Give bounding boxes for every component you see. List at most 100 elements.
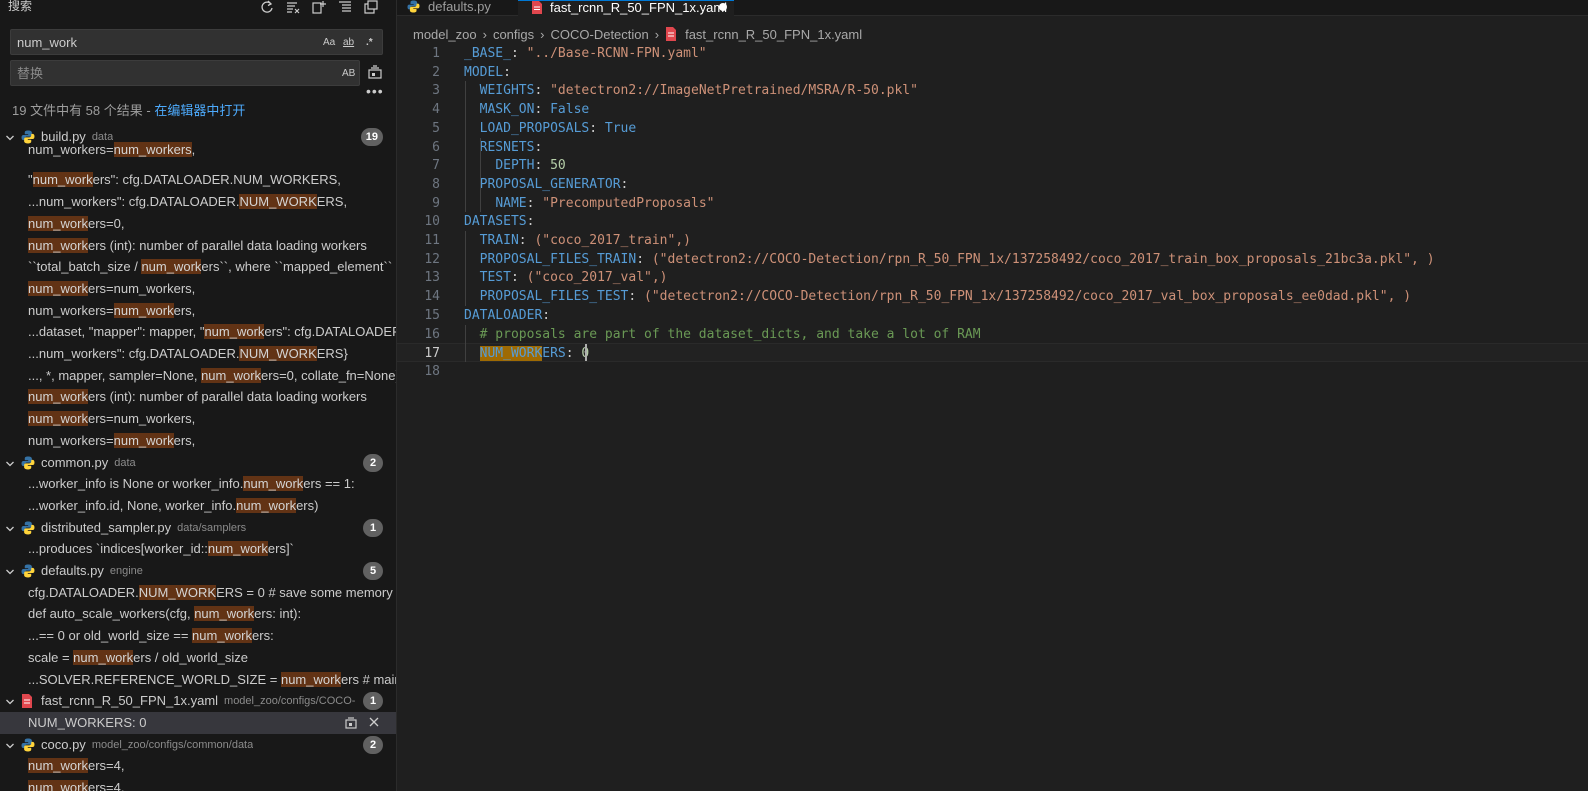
code-line[interactable]: 2 MODEL:: [397, 63, 1588, 82]
code-token: :: [503, 64, 511, 80]
code-line[interactable]: 1 _BASE_: "../Base-RCNN-FPN.yaml": [397, 44, 1588, 63]
search-input[interactable]: [17, 34, 307, 51]
chevron-right-icon: ›: [654, 26, 660, 42]
chevron-down-icon[interactable]: [5, 695, 15, 705]
chevron-down-icon[interactable]: [5, 739, 15, 749]
result-match-row[interactable]: num_workers=num_workers,: [0, 430, 396, 452]
result-match-row[interactable]: num_workers=num_workers,: [0, 139, 396, 161]
result-match-row[interactable]: num_workers (int): number of parallel da…: [0, 235, 396, 257]
match-text: num_workers=num_workers,: [28, 280, 195, 296]
match-segment: ers: int):: [254, 606, 302, 622]
tab-label: defaults.py: [428, 0, 491, 14]
tab-defaults-py[interactable]: defaults.py: [397, 0, 518, 16]
code-line[interactable]: 3 WEIGHTS: "detectron2://ImageNetPretrai…: [397, 81, 1588, 100]
result-match-row[interactable]: ...num_workers": cfg.DATALOADER.NUM_WORK…: [0, 191, 396, 213]
line-number: 2: [432, 64, 440, 80]
result-match-row[interactable]: "num_workers": cfg.DATALOADER.NUM_WORKER…: [0, 169, 396, 191]
chevron-down-icon[interactable]: [5, 457, 15, 467]
code-line[interactable]: 12 PROPOSAL_FILES_TRAIN: ("detectron2://…: [397, 250, 1588, 269]
replace-all-icon[interactable]: [367, 64, 383, 80]
code-token: PROPOSAL_FILES_TEST: [479, 289, 629, 305]
search-sidebar: 搜索 Aa ab .* AB ••• 19 文件中有 58 个结果 - 在编辑器…: [0, 0, 397, 791]
view-as-tree-icon[interactable]: [364, 0, 378, 14]
result-match-row[interactable]: ...dataset, "mapper": mapper, "num_worke…: [0, 321, 396, 343]
code-line[interactable]: 4 MASK_ON: False: [397, 100, 1588, 119]
result-match-row[interactable]: num_workers=0,: [0, 213, 396, 235]
unsaved-dot-icon[interactable]: [719, 3, 727, 11]
result-match-row[interactable]: ..., *, mapper, sampler=None, num_worker…: [0, 365, 396, 387]
breadcrumb-item[interactable]: fast_rcnn_R_50_FPN_1x.yaml: [685, 27, 862, 42]
result-file-row[interactable]: defaults.py engine 5: [0, 560, 396, 582]
code-token: ("detectron2://COCO-Detection/rpn_R_50_F…: [651, 251, 1435, 267]
breadcrumb-item[interactable]: configs: [493, 27, 534, 42]
code-line[interactable]: 16 # proposals are part of the dataset_d…: [397, 325, 1588, 344]
result-match-row[interactable]: scale = num_workers / old_world_size: [0, 647, 396, 669]
code-line[interactable]: 11 TRAIN: ("coco_2017_train",): [397, 231, 1588, 250]
match-segment: ers (int): number of parallel data loadi…: [87, 237, 367, 253]
code-line[interactable]: 13 TEST: ("coco_2017_val",): [397, 268, 1588, 287]
code-line[interactable]: 9 NAME: "PrecomputedProposals": [397, 194, 1588, 213]
result-match-row[interactable]: ...SOLVER.REFERENCE_WORLD_SIZE = num_wor…: [0, 669, 396, 691]
preserve-case-toggle[interactable]: AB: [342, 66, 355, 81]
chevron-down-icon[interactable]: [5, 522, 15, 532]
result-match-row[interactable]: num_workers=num_workers,: [0, 300, 396, 322]
result-match-row[interactable]: num_workers=num_workers,: [0, 408, 396, 430]
use-regex-toggle[interactable]: .*: [366, 35, 373, 50]
code-line[interactable]: 15 DATALOADER:: [397, 306, 1588, 325]
chevron-down-icon[interactable]: [5, 565, 15, 575]
new-search-editor-icon[interactable]: [312, 0, 326, 14]
replace-icon[interactable]: [344, 715, 358, 729]
replace-input[interactable]: [17, 65, 307, 82]
open-in-editor-link[interactable]: 在编辑器中打开: [154, 103, 245, 118]
refresh-icon[interactable]: [260, 0, 274, 14]
result-match-row[interactable]: ...produces `indices[worker_id::num_work…: [0, 538, 396, 560]
code-line[interactable]: 17 NUM_WORKERS: 0: [397, 343, 1588, 363]
result-file-row[interactable]: common.py data 2: [0, 452, 396, 474]
code-line[interactable]: 18: [397, 362, 1588, 381]
code-line[interactable]: 14 PROPOSAL_FILES_TEST: ("detectron2://C…: [397, 287, 1588, 306]
code-line[interactable]: 7 DEPTH: 50: [397, 156, 1588, 175]
results-count-text: 19 文件中有 58 个结果 -: [12, 103, 155, 118]
result-match-row[interactable]: NUM_WORKERS: 0: [0, 711, 396, 734]
code-token: # proposals are part of the dataset_dict…: [479, 326, 981, 342]
code-line[interactable]: 8 PROPOSAL_GENERATOR:: [397, 175, 1588, 194]
code-token: WEIGHTS: [479, 83, 535, 99]
result-file-row[interactable]: fast_rcnn_R_50_FPN_1x.yaml model_zoo/conf…: [0, 690, 396, 712]
code-token: :: [510, 270, 527, 286]
result-match-row[interactable]: num_workers=4,: [0, 755, 396, 777]
result-match-row[interactable]: ...worker_info is None or worker_info.nu…: [0, 473, 396, 495]
result-match-row[interactable]: def auto_scale_workers(cfg, num_workers:…: [0, 603, 396, 625]
match-segment: ERS,: [316, 194, 348, 210]
clear-results-icon[interactable]: [286, 0, 300, 14]
tab-fast-rcnn-yaml[interactable]: fast_rcnn_R_50_FPN_1x.yaml: [518, 0, 734, 16]
result-file-row[interactable]: distributed_sampler.py data/samplers 1: [0, 517, 396, 539]
code-token: DATASETS: [464, 214, 527, 230]
match-text: ...worker_info is None or worker_info.nu…: [28, 476, 355, 492]
code-line[interactable]: 5 LOAD_PROPOSALS: True: [397, 119, 1588, 138]
result-match-row[interactable]: num_workers (int): number of parallel da…: [0, 386, 396, 408]
line-content: TEST: ("coco_2017_val",): [464, 268, 668, 287]
match-whole-word-toggle[interactable]: ab: [343, 35, 354, 50]
result-file-row[interactable]: coco.py model_zoo/configs/common/data 2: [0, 734, 396, 756]
code-line[interactable]: 10 DATASETS:: [397, 212, 1588, 231]
code-token: DEPTH: [495, 158, 535, 174]
result-match-row[interactable]: ...num_workers": cfg.DATALOADER.NUM_WORK…: [0, 343, 396, 365]
result-match-row[interactable]: ...worker_info.id, None, worker_info.num…: [0, 495, 396, 517]
match-highlight: num_work: [204, 324, 265, 340]
collapse-all-icon[interactable]: [338, 0, 352, 14]
line-number: 16: [424, 326, 440, 342]
code-line[interactable]: 6 RESNETS:: [397, 138, 1588, 157]
result-match-row[interactable]: ``total_batch_size / num_workers``, wher…: [0, 256, 396, 278]
breadcrumb-item[interactable]: model_zoo: [413, 27, 477, 42]
match-text: ...num_workers": cfg.DATALOADER.NUM_WORK…: [28, 346, 348, 361]
match-case-toggle[interactable]: Aa: [323, 35, 335, 50]
result-match-row[interactable]: cfg.DATALOADER.NUM_WORKERS = 0 # save so…: [0, 582, 396, 604]
breadcrumb-item[interactable]: COCO-Detection: [551, 27, 649, 42]
line-number: 4: [432, 102, 440, 118]
more-options-icon[interactable]: •••: [366, 83, 384, 99]
result-match-row[interactable]: num_workers=num_workers,: [0, 278, 396, 300]
result-match-row[interactable]: ...== 0 or old_world_size == num_workers…: [0, 625, 396, 647]
dismiss-icon[interactable]: [367, 715, 381, 729]
result-match-row[interactable]: num_workers=4,: [0, 777, 396, 791]
